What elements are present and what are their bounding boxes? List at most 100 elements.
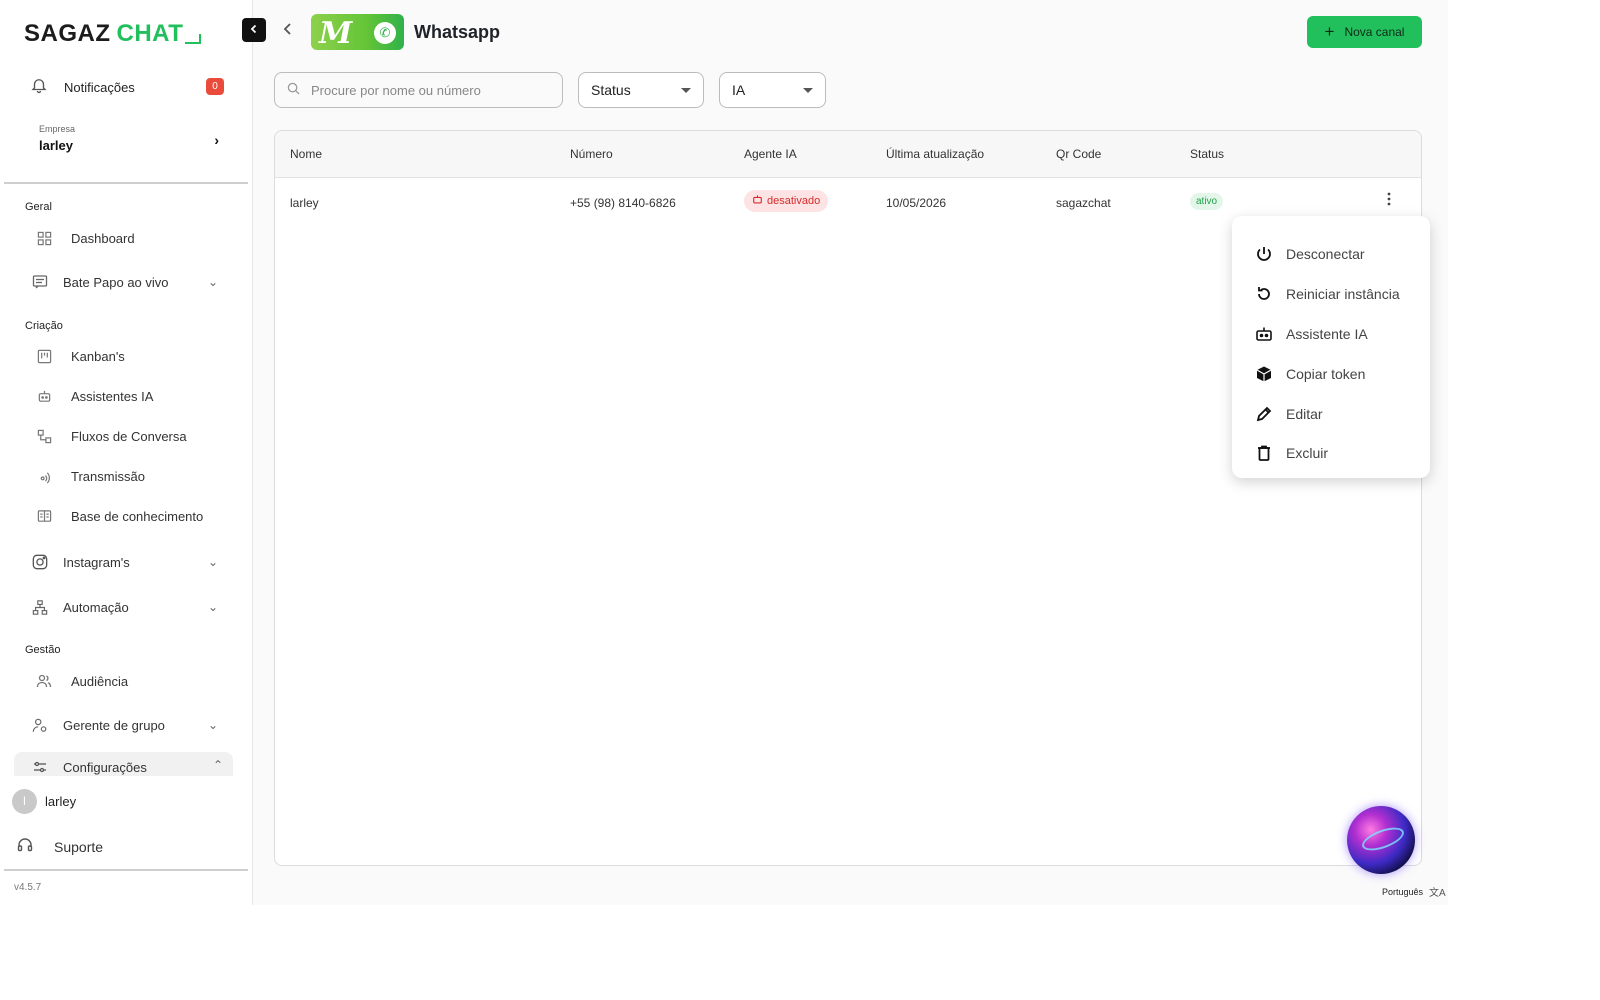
robot-icon xyxy=(752,194,763,208)
ia-filter-select[interactable]: IA xyxy=(719,72,826,108)
menu-item-excluir[interactable]: Excluir xyxy=(1254,441,1328,465)
cell-numero: +55 (98) 8140-6826 xyxy=(570,196,676,210)
sidebar-item-base-conhecimento[interactable]: Base de conhecimento xyxy=(36,502,232,530)
kanban-icon xyxy=(36,348,52,364)
sidebar-item-label: Automação xyxy=(63,599,129,615)
caret-down-icon xyxy=(681,88,691,93)
sidebar-item-fluxos[interactable]: Fluxos de Conversa xyxy=(36,422,232,450)
notifications-label: Notificações xyxy=(64,79,135,95)
menu-item-editar[interactable]: Editar xyxy=(1254,402,1323,426)
column-header-status: Status xyxy=(1190,147,1225,161)
chevron-up-icon: ⌃ xyxy=(212,758,223,772)
brand-logo[interactable]: SAGAZ CHAT xyxy=(24,20,202,48)
company-selector[interactable]: Empresa larley › xyxy=(39,124,219,153)
row-actions-button[interactable] xyxy=(1387,192,1391,210)
sidebar-item-label: Dashboard xyxy=(71,230,135,246)
sidebar-item-instagram[interactable]: Instagram's ⌄ xyxy=(32,548,228,576)
whatsapp-channel-logo: M ✆ xyxy=(311,14,404,50)
broadcast-icon xyxy=(36,468,52,484)
column-header-qr-code: Qr Code xyxy=(1056,147,1102,161)
sidebar-item-label: Audiência xyxy=(71,673,129,689)
notifications-count-badge: 0 xyxy=(206,78,224,95)
ai-assistant-orb-button[interactable] xyxy=(1347,806,1415,874)
menu-item-assistente-ia[interactable]: Assistente IA xyxy=(1254,322,1368,346)
chevron-right-icon: › xyxy=(214,132,219,148)
robot-icon xyxy=(1254,324,1274,344)
sidebar-item-gerente-grupo[interactable]: Gerente de grupo ⌄ xyxy=(32,711,228,739)
search-field[interactable] xyxy=(274,72,563,108)
menu-item-reiniciar-instancia[interactable]: Reiniciar instância xyxy=(1254,282,1400,306)
power-icon xyxy=(1254,244,1274,264)
menu-item-label: Copiar token xyxy=(1286,366,1366,382)
sidebar-item-label: Configurações xyxy=(63,760,147,775)
plus-icon: + xyxy=(1324,22,1335,41)
agent-status-label: desativado xyxy=(767,195,821,207)
column-header-agente-ia: Agente IA xyxy=(744,147,797,161)
sidebar-divider xyxy=(4,869,248,871)
chevron-left-icon xyxy=(249,21,259,39)
section-label-criacao: Criação xyxy=(25,320,63,332)
brand-logo-part2: CHAT xyxy=(116,20,184,47)
menu-item-label: Excluir xyxy=(1286,445,1329,461)
cell-qr-code: sagazchat xyxy=(1056,196,1111,210)
language-selector[interactable]: Português 文A xyxy=(1382,884,1446,900)
sliders-icon xyxy=(32,760,48,776)
avatar: l xyxy=(12,788,37,814)
sidebar-item-audiencia[interactable]: Audiência xyxy=(36,667,232,695)
sidebar-item-label: Assistentes IA xyxy=(71,388,154,404)
chat-bubble-icon xyxy=(185,34,202,44)
status-filter-select[interactable]: Status xyxy=(578,72,704,108)
sidebar-item-assistentes[interactable]: Assistentes IA xyxy=(36,382,232,410)
status-badge: ativo xyxy=(1190,193,1224,210)
new-channel-button[interactable]: + Nova canal xyxy=(1307,16,1422,48)
current-user[interactable]: l larley xyxy=(12,788,76,814)
menu-item-label: Desconectar xyxy=(1286,246,1365,262)
app-frame: SAGAZ CHAT Notificações 0 Empresa larley… xyxy=(0,0,1448,905)
chevron-down-icon: ⌄ xyxy=(207,718,218,732)
row-actions-menu: Desconectar Reiniciar instância Assisten… xyxy=(1232,216,1430,478)
section-label-gestao: Gestão xyxy=(25,644,61,656)
sidebar-item-configuracoes[interactable]: Configurações ⌃ xyxy=(14,752,233,776)
menu-item-copiar-token[interactable]: Copiar token xyxy=(1254,362,1365,386)
user-settings-icon xyxy=(32,717,48,733)
brand-m-glyph: M xyxy=(319,16,353,50)
sidebar-item-label: Bate Papo ao vivo xyxy=(63,274,169,290)
sidebar: SAGAZ CHAT Notificações 0 Empresa larley… xyxy=(0,0,253,905)
column-header-numero: Número xyxy=(570,147,613,161)
notifications-item[interactable]: Notificações 0 xyxy=(30,74,226,100)
automation-icon xyxy=(32,599,48,615)
support-label: Suporte xyxy=(54,838,104,855)
menu-item-label: Editar xyxy=(1286,406,1323,422)
page-title: Whatsapp xyxy=(414,22,501,42)
sidebar-item-automacao[interactable]: Automação ⌄ xyxy=(32,593,228,621)
sidebar-item-transmissao[interactable]: Transmissão xyxy=(36,462,232,490)
company-name: larley xyxy=(39,138,73,153)
chevron-down-icon: ⌄ xyxy=(207,555,218,569)
trash-icon xyxy=(1254,443,1274,463)
bell-icon xyxy=(30,76,48,99)
restart-icon xyxy=(1254,284,1274,304)
headset-icon xyxy=(16,836,34,857)
search-input[interactable] xyxy=(311,82,551,98)
back-button[interactable] xyxy=(282,22,294,41)
cell-ultima-atualizacao: 10/05/2026 xyxy=(886,196,947,210)
app-version: v4.5.7 xyxy=(14,882,42,893)
robot-icon xyxy=(36,388,52,404)
search-icon xyxy=(287,82,301,98)
sidebar-item-label: Fluxos de Conversa xyxy=(71,428,187,444)
support-link[interactable]: Suporte xyxy=(16,836,103,857)
menu-item-desconectar[interactable]: Desconectar xyxy=(1254,242,1365,266)
column-header-nome: Nome xyxy=(290,147,323,161)
section-label-geral: Geral xyxy=(25,201,52,213)
chevron-down-icon: ⌄ xyxy=(207,600,218,614)
menu-item-label: Assistente IA xyxy=(1286,326,1368,342)
caret-down-icon xyxy=(803,88,813,93)
sidebar-item-bate-papo[interactable]: Bate Papo ao vivo ⌄ xyxy=(32,268,228,296)
sidebar-item-kanban[interactable]: Kanban's xyxy=(36,342,232,370)
status-filter-value: Status xyxy=(591,82,631,98)
table-header: Nome Número Agente IA Última atualização… xyxy=(275,131,1421,178)
agent-status-badge: desativado xyxy=(744,190,829,212)
sidebar-item-label: Base de conhecimento xyxy=(71,508,204,524)
collapse-sidebar-button[interactable] xyxy=(242,18,266,42)
sidebar-item-dashboard[interactable]: Dashboard xyxy=(36,224,232,252)
